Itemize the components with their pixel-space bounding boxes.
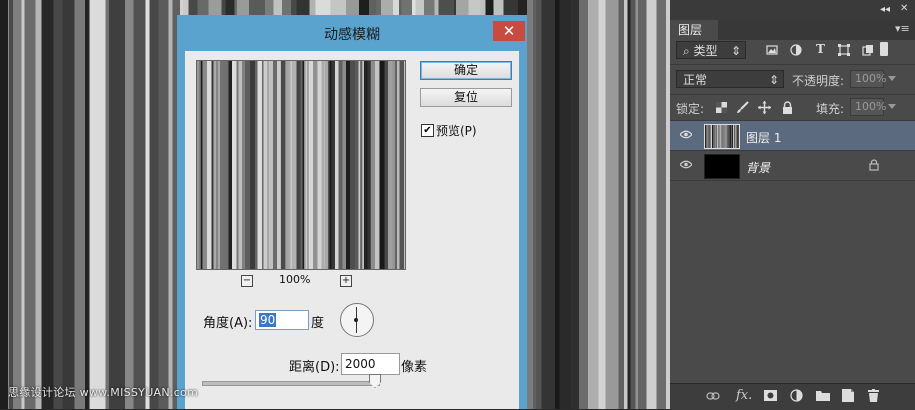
dialog-titlebar[interactable]: 动感模糊 ✕	[177, 15, 527, 51]
panel-menu-icon[interactable]: ▾≡	[895, 22, 910, 35]
layers-panel: ◂◂ ✕ 图层 ▾≡ ⌕ 类型 ⇕ T 正常 ⇕ 不透明度: 100% 锁定: …	[670, 0, 915, 410]
fx-icon[interactable]: fx.	[736, 388, 752, 403]
layers-panel-footer: fx.	[670, 383, 915, 410]
layer-row-background[interactable]: 背景	[670, 151, 915, 181]
preview-checkbox[interactable]: ✔	[421, 124, 434, 137]
distance-label: 距离(D):	[289, 360, 340, 375]
shape-filter-icon[interactable]	[838, 44, 850, 56]
link-icon[interactable]	[706, 391, 720, 401]
angle-value: 90	[259, 313, 277, 327]
filter-preview[interactable]	[196, 60, 406, 270]
angle-dial-center	[354, 318, 358, 322]
filter-toggle-icon[interactable]	[880, 42, 888, 56]
angle-unit-label: 度	[311, 316, 325, 331]
distance-input[interactable]: 2000	[341, 353, 400, 375]
smart-object-filter-icon[interactable]	[862, 44, 874, 56]
lock-pixels-brush-icon[interactable]	[736, 101, 749, 114]
lock-transparency-icon[interactable]	[716, 102, 727, 113]
watermark: 思缘设计论坛 www.MISSYUAN.com	[8, 386, 199, 399]
opacity-label: 不透明度:	[792, 74, 845, 88]
distance-unit-label: 像素	[401, 360, 428, 375]
group-folder-icon[interactable]	[816, 390, 830, 401]
trash-icon[interactable]	[868, 389, 879, 402]
zoom-out-button[interactable]: −	[241, 275, 253, 287]
lock-all-icon[interactable]	[782, 101, 793, 114]
angle-input[interactable]: 90	[255, 310, 309, 330]
distance-slider-track[interactable]	[202, 381, 380, 386]
angle-dial[interactable]	[340, 303, 374, 337]
layer-name[interactable]: 图层 1	[746, 129, 781, 146]
layer-row-layer1[interactable]: 图层 1	[670, 121, 915, 151]
divider	[670, 64, 915, 65]
fill-input[interactable]: 100%	[850, 98, 886, 116]
opacity-input[interactable]: 100%	[850, 70, 886, 88]
mask-icon[interactable]	[764, 390, 777, 401]
close-panel-icon[interactable]: ✕	[900, 3, 908, 14]
layer-lock-icon	[869, 159, 879, 171]
fill-dropdown-icon[interactable]	[888, 104, 896, 109]
new-layer-icon[interactable]	[842, 389, 854, 402]
canvas-left-edge	[0, 0, 8, 409]
adjustment-icon[interactable]	[790, 389, 803, 402]
panel-topbar: ◂◂ ✕	[670, 0, 915, 20]
eye-visibility-icon[interactable]	[680, 130, 692, 139]
tab-layers[interactable]: 图层	[670, 20, 718, 40]
lock-label: 锁定:	[676, 102, 705, 116]
layer-name[interactable]: 背景	[746, 159, 770, 176]
eye-visibility-icon[interactable]	[680, 160, 692, 169]
select-arrow-icon: ⇕	[730, 44, 741, 58]
zoom-level: 100%	[279, 273, 311, 286]
fill-label: 填充:	[816, 102, 845, 116]
close-button[interactable]: ✕	[493, 21, 525, 41]
type-filter-icon[interactable]: T	[816, 42, 825, 56]
zoom-in-button[interactable]: +	[340, 275, 352, 287]
image-filter-icon[interactable]	[766, 44, 778, 56]
layer-thumbnail[interactable]	[704, 124, 740, 149]
filter-type-label: ⌕ 类型	[683, 44, 718, 58]
collapse-panel-icon[interactable]: ◂◂	[880, 4, 890, 15]
blend-mode-value: 正常	[683, 73, 708, 87]
opacity-dropdown-icon[interactable]	[888, 76, 896, 81]
layer-filter-select[interactable]: ⌕ 类型 ⇕	[676, 41, 746, 59]
blend-mode-select[interactable]: 正常 ⇕	[676, 70, 784, 88]
reset-button[interactable]: 复位	[420, 88, 512, 107]
dialog-title: 动感模糊	[324, 27, 380, 43]
ok-button[interactable]: 确定	[420, 61, 512, 80]
adjustment-filter-icon[interactable]	[790, 44, 802, 56]
dialog-body: − 100% + 确定 复位 ✔ 预览(P) 角度(A): 90 度 距离(D)…	[185, 51, 519, 409]
select-arrow-icon: ⇕	[768, 73, 779, 87]
lock-position-icon[interactable]	[758, 101, 771, 114]
motion-blur-dialog: 动感模糊 ✕ − 100% + 确定 复位 ✔ 预览(P) 角度(A): 90 …	[177, 15, 527, 409]
divider	[670, 94, 915, 95]
preview-checkbox-label[interactable]: 预览(P)	[436, 122, 477, 139]
angle-label: 角度(A):	[203, 316, 253, 331]
layer-thumbnail[interactable]	[704, 154, 740, 179]
